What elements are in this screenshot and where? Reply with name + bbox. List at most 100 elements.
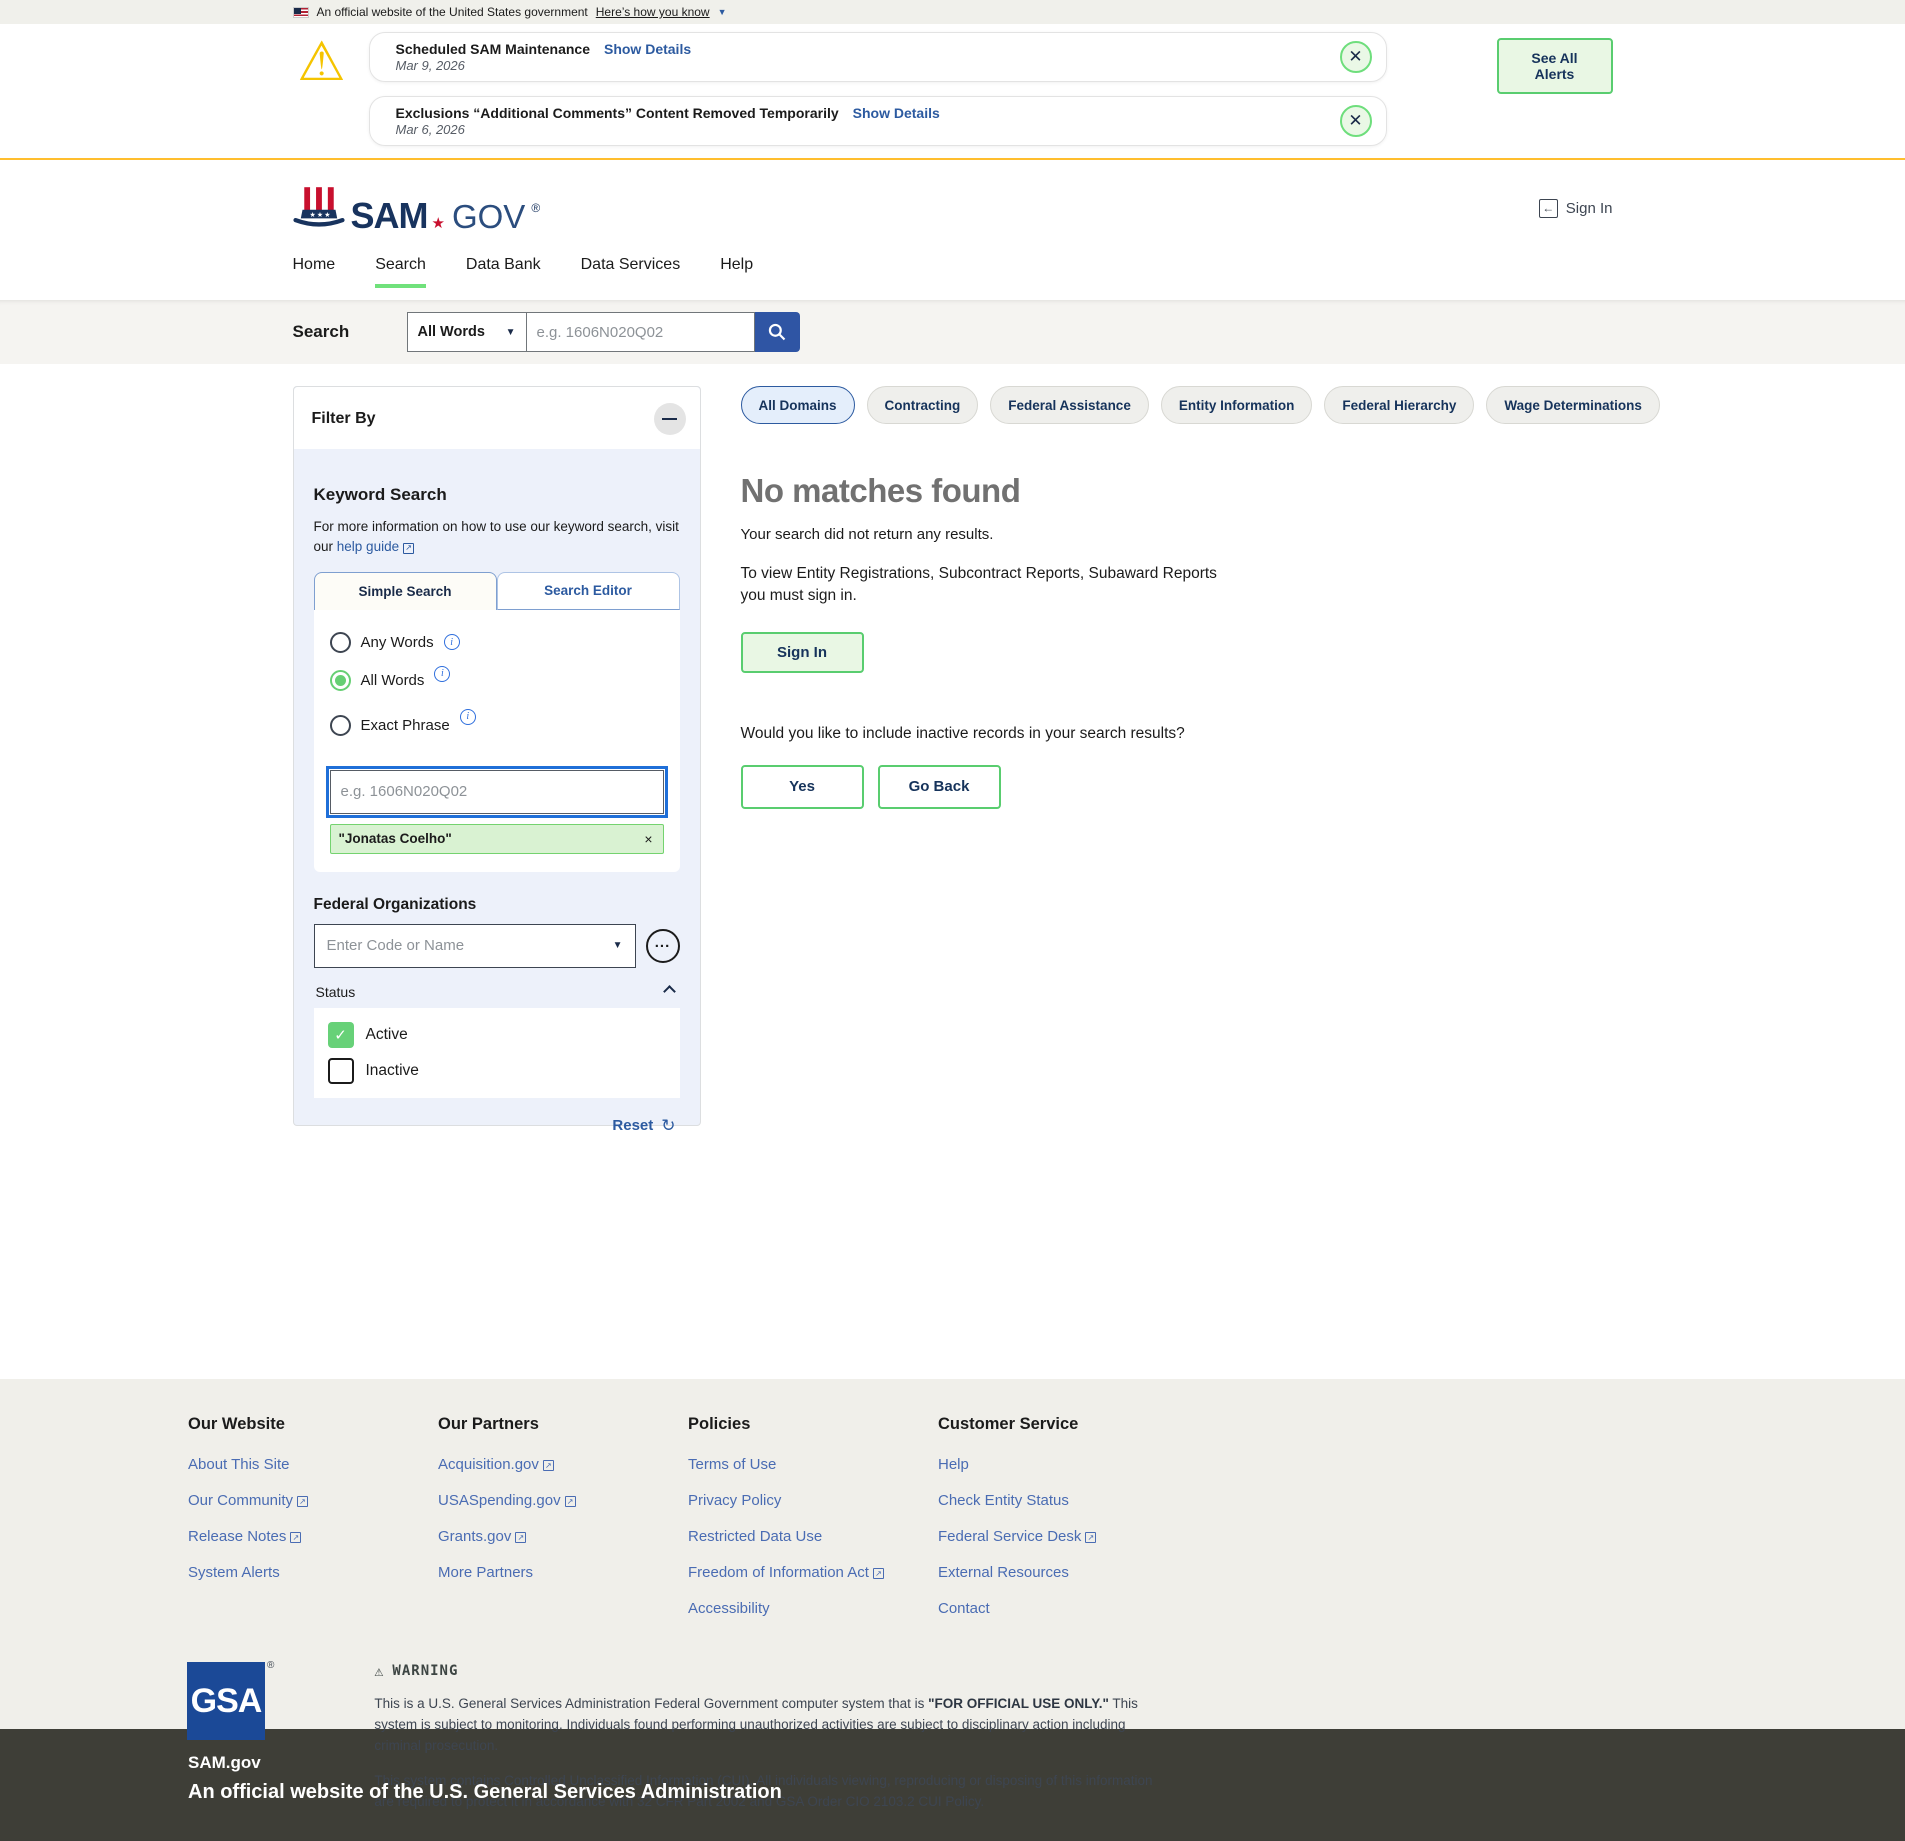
footer-link-our-community[interactable]: Our Community↗ bbox=[188, 1492, 438, 1509]
gsa-logo: GSA bbox=[187, 1662, 265, 1740]
nav-item-help[interactable]: Help bbox=[720, 256, 753, 288]
no-matches-heading: No matches found bbox=[741, 472, 1660, 510]
alert-show-details-link[interactable]: Show Details bbox=[604, 41, 691, 57]
alert-close-button[interactable]: ✕ bbox=[1340, 105, 1372, 137]
keyword-search-input[interactable] bbox=[330, 770, 664, 814]
search-scope-select[interactable]: All Words ▼ bbox=[407, 312, 527, 352]
search-scope-value: All Words bbox=[418, 324, 485, 340]
nav-item-data-bank[interactable]: Data Bank bbox=[466, 256, 541, 288]
footer-link-help[interactable]: Help bbox=[938, 1456, 1188, 1473]
status-inactive-label: Inactive bbox=[366, 1062, 419, 1080]
radio-exact-phrase[interactable] bbox=[330, 715, 351, 736]
help-guide-link[interactable]: help guide bbox=[337, 539, 399, 554]
alerts-section: ⚠ Scheduled SAM Maintenance Show Details… bbox=[0, 24, 1905, 160]
filter-panel-title: Filter By bbox=[312, 410, 376, 428]
sam-gov-logo[interactable]: ★ ★ ★ SAM ★ GOV ® bbox=[293, 184, 541, 232]
domain-pill-wage-determinations[interactable]: Wage Determinations bbox=[1486, 386, 1660, 424]
footer-link-release-notes[interactable]: Release Notes↗ bbox=[188, 1528, 438, 1545]
status-option-active[interactable]: ✓ Active bbox=[328, 1022, 666, 1048]
keyword-chip-label: "Jonatas Coelho" bbox=[339, 831, 452, 846]
minus-icon bbox=[662, 418, 677, 421]
go-back-button[interactable]: Go Back bbox=[878, 765, 1001, 809]
how-you-know-link[interactable]: Here’s how you know bbox=[596, 5, 710, 19]
alert-show-details-link[interactable]: Show Details bbox=[853, 105, 940, 121]
warning-triangle-icon: ⚠ bbox=[293, 32, 351, 146]
nav-item-data-services[interactable]: Data Services bbox=[581, 256, 681, 288]
nav-item-search[interactable]: Search bbox=[375, 256, 426, 288]
status-option-inactive[interactable]: Inactive bbox=[328, 1058, 666, 1084]
yes-button[interactable]: Yes bbox=[741, 765, 864, 809]
warning-title: WARNING bbox=[392, 1663, 458, 1679]
gov-banner: An official website of the United States… bbox=[0, 0, 1905, 24]
radio-exact-phrase-label: Exact Phrase bbox=[361, 717, 450, 734]
results-area: All Domains Contracting Federal Assistan… bbox=[741, 386, 1660, 1126]
page-footer: Our Website About This Site Our Communit… bbox=[0, 1379, 1905, 1729]
chip-remove-icon[interactable]: × bbox=[644, 831, 652, 847]
results-sign-in-button[interactable]: Sign In bbox=[741, 632, 864, 673]
footer-link-privacy-policy[interactable]: Privacy Policy bbox=[688, 1492, 938, 1509]
footer-link-federal-service-desk[interactable]: Federal Service Desk↗ bbox=[938, 1528, 1188, 1545]
footer-link-accessibility[interactable]: Accessibility bbox=[688, 1600, 938, 1617]
tab-search-editor[interactable]: Search Editor bbox=[497, 572, 680, 610]
footer-link-check-entity-status[interactable]: Check Entity Status bbox=[938, 1492, 1188, 1509]
federal-organizations-select[interactable]: Enter Code or Name ▼ bbox=[314, 924, 636, 968]
keyword-search-title: Keyword Search bbox=[314, 485, 680, 505]
domain-pill-contracting[interactable]: Contracting bbox=[867, 386, 979, 424]
footer-link-external-resources[interactable]: External Resources bbox=[938, 1564, 1188, 1581]
info-icon[interactable]: i bbox=[460, 709, 476, 725]
filter-collapse-button[interactable] bbox=[654, 403, 686, 435]
tab-simple-search[interactable]: Simple Search bbox=[314, 572, 497, 610]
status-options-box: ✓ Active Inactive bbox=[314, 1008, 680, 1098]
footer-col-title-our-partners: Our Partners bbox=[438, 1415, 688, 1434]
footer-link-about-this-site[interactable]: About This Site bbox=[188, 1456, 438, 1473]
header-sign-in-link[interactable]: ← Sign In bbox=[1539, 199, 1613, 218]
search-band-label: Search bbox=[293, 322, 407, 342]
footer-link-usaspending-gov[interactable]: USASpending.gov↗ bbox=[438, 1492, 688, 1509]
warning-paragraph-1: This is a U.S. General Services Administ… bbox=[374, 1694, 1164, 1757]
federal-organizations-placeholder: Enter Code or Name bbox=[327, 937, 465, 954]
external-link-icon: ↗ bbox=[873, 1568, 884, 1579]
logo-star-icon: ★ bbox=[432, 216, 445, 231]
radio-any-words[interactable] bbox=[330, 632, 351, 653]
global-search-input[interactable] bbox=[527, 312, 755, 352]
main-nav: Home Search Data Bank Data Services Help bbox=[0, 256, 1905, 300]
gov-banner-text: An official website of the United States… bbox=[317, 5, 588, 19]
checkbox-inactive-unchecked[interactable] bbox=[328, 1058, 354, 1084]
close-icon: ✕ bbox=[1348, 111, 1362, 131]
domain-pill-all-domains[interactable]: All Domains bbox=[741, 386, 855, 424]
info-icon[interactable]: i bbox=[444, 634, 460, 650]
federal-organizations-more-button[interactable]: ... bbox=[646, 929, 680, 963]
footer-link-terms-of-use[interactable]: Terms of Use bbox=[688, 1456, 938, 1473]
reset-filters-link[interactable]: Reset bbox=[612, 1117, 653, 1134]
alert-close-button[interactable]: ✕ bbox=[1340, 41, 1372, 73]
domain-pill-federal-assistance[interactable]: Federal Assistance bbox=[990, 386, 1149, 424]
status-active-label: Active bbox=[366, 1026, 408, 1044]
footer-link-foia[interactable]: Freedom of Information Act↗ bbox=[688, 1564, 938, 1581]
close-icon: ✕ bbox=[1348, 47, 1362, 67]
footer-link-acquisition-gov[interactable]: Acquisition.gov↗ bbox=[438, 1456, 688, 1473]
footer-link-grants-gov[interactable]: Grants.gov↗ bbox=[438, 1528, 688, 1545]
domain-pill-entity-information[interactable]: Entity Information bbox=[1161, 386, 1313, 424]
info-icon[interactable]: i bbox=[434, 666, 450, 682]
footer-link-system-alerts[interactable]: System Alerts bbox=[188, 1564, 438, 1581]
federal-organizations-title: Federal Organizations bbox=[314, 896, 680, 914]
checkbox-active-checked[interactable]: ✓ bbox=[328, 1022, 354, 1048]
radio-all-words[interactable] bbox=[330, 670, 351, 691]
inactive-records-question: Would you like to include inactive recor… bbox=[741, 725, 1660, 743]
nav-item-home[interactable]: Home bbox=[293, 256, 336, 288]
domain-pill-federal-hierarchy[interactable]: Federal Hierarchy bbox=[1324, 386, 1474, 424]
external-link-icon: ↗ bbox=[515, 1532, 526, 1543]
simple-search-tab-panel: Any Words i All Words i Exact Phrase i bbox=[314, 610, 680, 872]
see-all-alerts-button[interactable]: See All Alerts bbox=[1497, 38, 1613, 94]
warning-icon: ⚠ bbox=[374, 1662, 384, 1680]
footer-link-more-partners[interactable]: More Partners bbox=[438, 1564, 688, 1581]
footer-link-restricted-data-use[interactable]: Restricted Data Use bbox=[688, 1528, 938, 1545]
search-submit-button[interactable] bbox=[755, 312, 800, 352]
svg-text:★: ★ bbox=[324, 212, 330, 219]
chevron-up-icon[interactable] bbox=[663, 985, 676, 998]
logo-registered-mark: ® bbox=[531, 202, 540, 214]
logo-gov-text: GOV bbox=[452, 202, 525, 232]
reset-refresh-icon[interactable]: ↻ bbox=[661, 1116, 675, 1136]
footer-link-contact[interactable]: Contact bbox=[938, 1600, 1188, 1617]
external-link-icon: ↗ bbox=[565, 1496, 576, 1507]
